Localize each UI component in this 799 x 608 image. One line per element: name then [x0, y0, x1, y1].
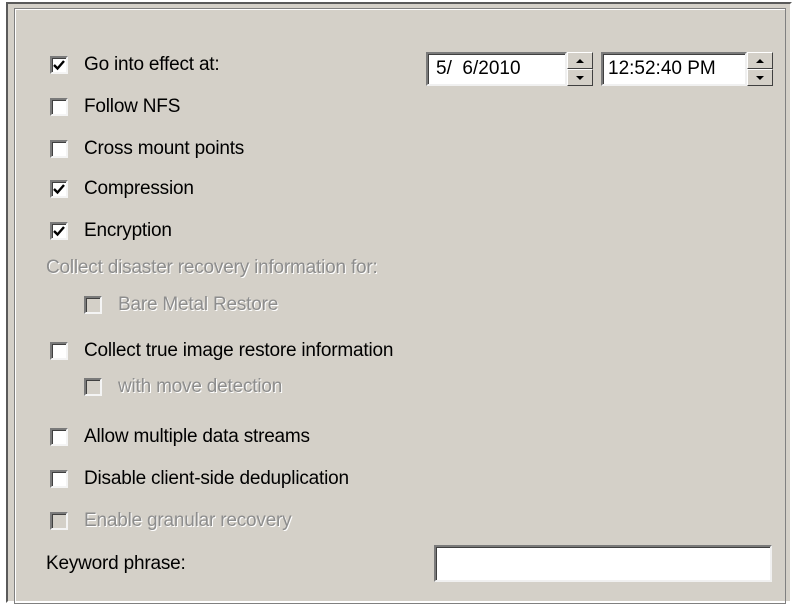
granular-recovery-label: Enable granular recovery	[84, 510, 292, 531]
true-image-restore-row[interactable]: Collect true image restore information	[50, 336, 393, 366]
multiple-data-streams-label: Allow multiple data streams	[84, 426, 310, 447]
true-image-restore-label: Collect true image restore information	[84, 340, 394, 361]
arrow-up-icon	[756, 58, 764, 63]
keyword-phrase-label: Keyword phrase:	[46, 553, 186, 574]
compression-row[interactable]: Compression	[50, 174, 194, 204]
date-spin-up-button[interactable]	[567, 52, 593, 69]
encryption-label: Encryption	[84, 220, 172, 241]
encryption-checkbox[interactable]	[50, 222, 68, 240]
encryption-row[interactable]: Encryption	[50, 216, 172, 246]
arrow-up-icon	[576, 58, 584, 63]
follow-nfs-label: Follow NFS	[84, 96, 181, 117]
compression-checkbox[interactable]	[50, 180, 68, 198]
move-detection-label: with move detection	[118, 376, 283, 397]
multiple-data-streams-row[interactable]: Allow multiple data streams	[50, 422, 310, 452]
multiple-data-streams-checkbox[interactable]	[50, 428, 68, 446]
effective-date-spinner[interactable]	[567, 52, 593, 86]
follow-nfs-checkbox[interactable]	[50, 98, 68, 116]
time-spin-down-button[interactable]	[747, 69, 773, 86]
granular-recovery-checkbox	[50, 512, 68, 530]
compression-label: Compression	[84, 178, 194, 199]
date-spin-down-button[interactable]	[567, 69, 593, 86]
cross-mount-points-checkbox[interactable]	[50, 140, 68, 158]
disaster-recovery-heading: Collect disaster recovery information fo…	[46, 257, 378, 278]
go-into-effect-row[interactable]: Go into effect at:	[50, 50, 220, 80]
move-detection-row: with move detection	[84, 372, 282, 402]
effective-date-field[interactable]: 5/ 6/2010	[426, 52, 567, 86]
true-image-restore-checkbox[interactable]	[50, 342, 68, 360]
disable-dedup-label: Disable client-side deduplication	[84, 468, 349, 489]
disable-dedup-checkbox[interactable]	[50, 470, 68, 488]
follow-nfs-row[interactable]: Follow NFS	[50, 92, 180, 122]
granular-recovery-row: Enable granular recovery	[50, 506, 292, 536]
bare-metal-restore-label: Bare Metal Restore	[118, 294, 279, 315]
cross-mount-points-row[interactable]: Cross mount points	[50, 134, 244, 164]
checkmark-icon	[53, 184, 65, 195]
bare-metal-restore-row: Bare Metal Restore	[84, 290, 278, 320]
bare-metal-restore-checkbox	[84, 296, 102, 314]
cross-mount-points-label: Cross mount points	[84, 138, 245, 159]
arrow-down-icon	[576, 75, 584, 80]
go-into-effect-label: Go into effect at:	[84, 54, 220, 75]
time-spin-up-button[interactable]	[747, 52, 773, 69]
move-detection-checkbox	[84, 378, 102, 396]
go-into-effect-checkbox[interactable]	[50, 56, 68, 74]
effective-time-field[interactable]: 12:52:40 PM	[601, 52, 747, 86]
arrow-down-icon	[756, 75, 764, 80]
checkmark-icon	[53, 226, 65, 237]
effective-time-spinner[interactable]	[747, 52, 773, 86]
disable-dedup-row[interactable]: Disable client-side deduplication	[50, 464, 349, 494]
keyword-phrase-input[interactable]	[434, 545, 772, 582]
checkmark-icon	[53, 60, 65, 71]
